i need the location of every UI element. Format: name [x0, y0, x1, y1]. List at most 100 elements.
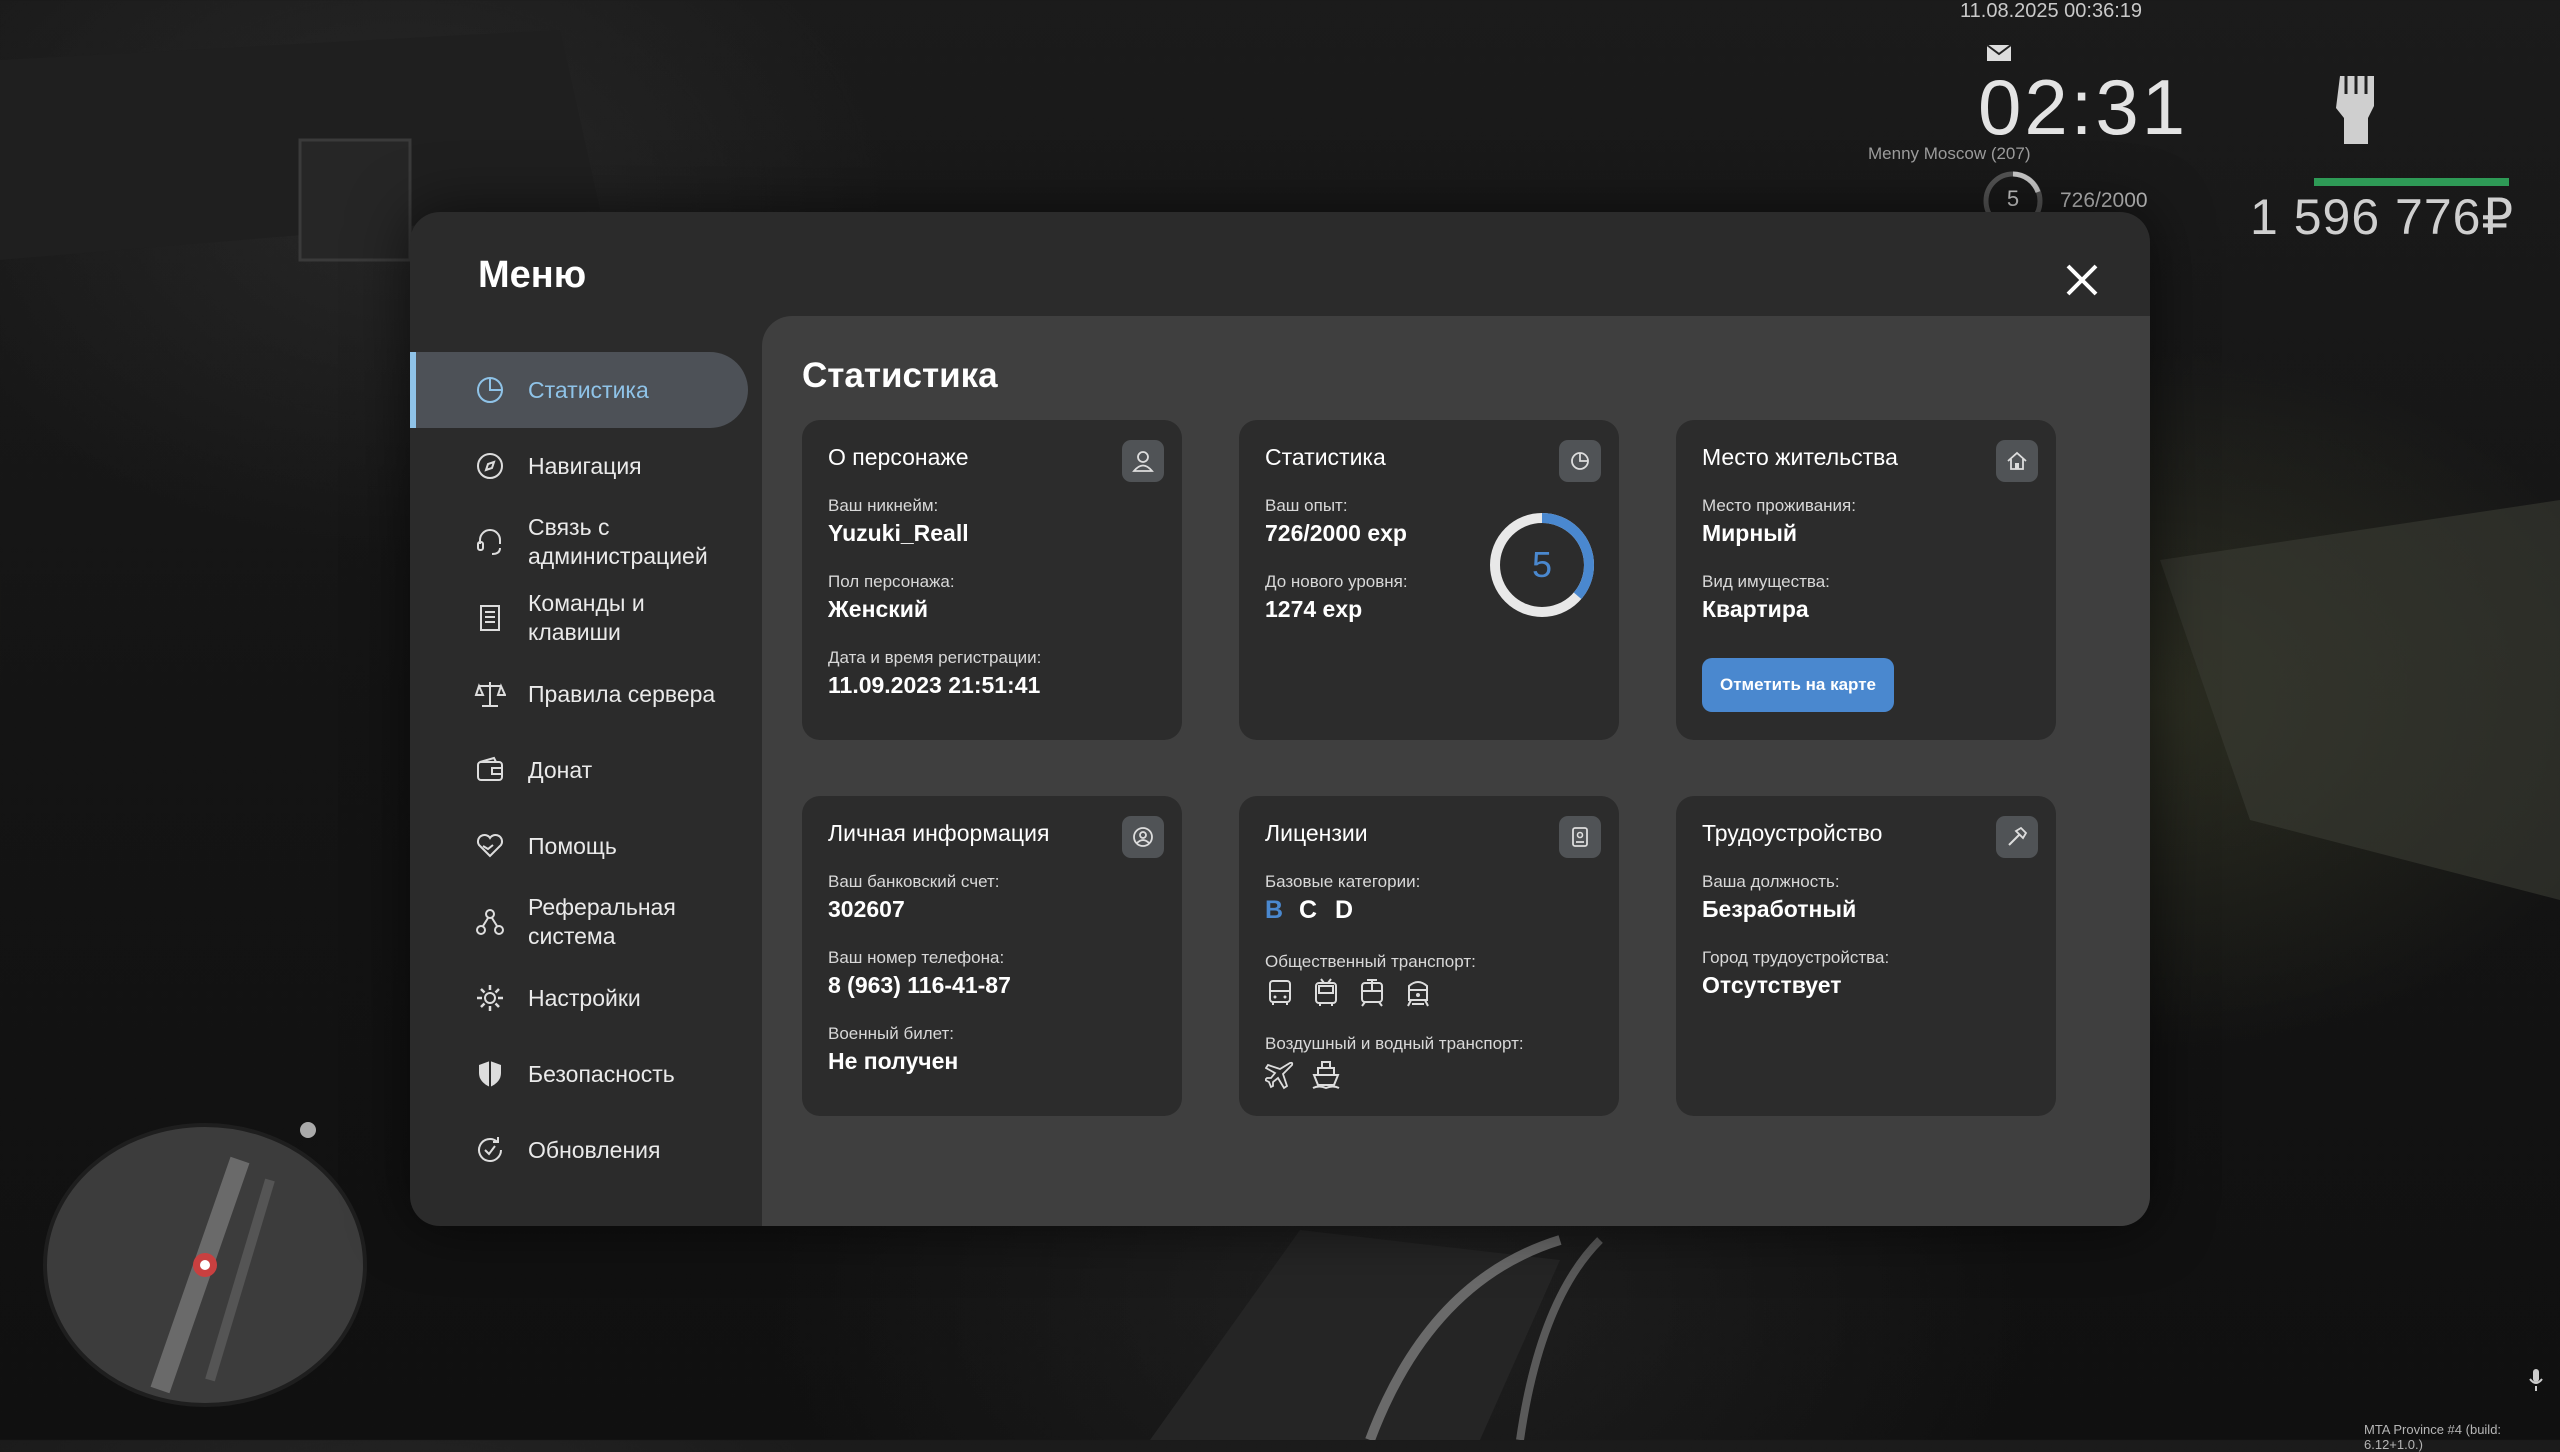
license-category-d: D [1335, 896, 1354, 924]
registration-value: 11.09.2023 21:51:41 [828, 672, 1041, 698]
sidebar-item-label: Обновления [528, 1136, 661, 1163]
job-city-value: Отсутствует [1702, 972, 1842, 998]
next-level-value: 1274 exp [1265, 596, 1363, 622]
phone-label: Ваш номер телефона: [828, 948, 1005, 967]
content-panel: Статистика О персонаже Ваш никнейм: Yuzu… [762, 316, 2150, 1226]
hammer-icon [1996, 816, 2038, 858]
personal-info-card: Личная информация Ваш банковский счет: 3… [802, 796, 1182, 1116]
fist-icon [2336, 76, 2374, 144]
handshake-heart-icon [476, 833, 504, 858]
residence-place-value: Мирный [1702, 520, 1798, 546]
card-title: Трудоустройство [1702, 820, 1883, 846]
sidebar-item-label: Связь с администрацией [528, 514, 708, 569]
microphone-icon [2529, 1369, 2543, 1391]
sidebar-item-label: Донат [528, 756, 593, 783]
sidebar-item-label: Реферальная система [528, 894, 676, 949]
card-title: Личная информация [828, 820, 1050, 846]
job-position-label: Ваша должность: [1702, 872, 1840, 891]
update-icon [478, 1137, 502, 1162]
tram-icon [1361, 979, 1383, 1007]
military-id-label: Военный билет: [828, 1024, 955, 1043]
shield-icon [479, 1061, 501, 1087]
public-transport-label: Общественный транспорт: [1265, 952, 1476, 971]
menu-title: Меню [478, 254, 587, 296]
mark-on-map-button[interactable]: Отметить на карте [1702, 658, 1894, 712]
exp-value: 726/2000 exp [1265, 520, 1407, 546]
card-title: Место жительства [1702, 444, 1898, 470]
nickname-value: Yuzuki_Reall [828, 520, 969, 546]
referral-icon [476, 909, 504, 935]
residence-card: Место жительства Место проживания: Мирны… [1676, 420, 2056, 740]
scales-icon [474, 682, 506, 707]
gear-icon [477, 985, 503, 1011]
user-icon [1122, 440, 1164, 482]
license-category-c: C [1299, 896, 1318, 924]
hud-money: 1 596 776₽ [2250, 189, 2515, 245]
stats-card: Статистика Ваш опыт: 726/2000 exp До нов… [1239, 420, 1619, 740]
page-title: Статистика [802, 356, 998, 395]
sidebar-item-label: Помощь [528, 832, 617, 859]
nickname-label: Ваш никнейм: [828, 496, 939, 515]
hud-level: 5 [2006, 186, 2020, 211]
sidebar-item-label: Статистика [528, 376, 649, 403]
sidebar-item-label: Настройки [528, 984, 641, 1011]
mail-icon [1986, 44, 2012, 61]
sidebar-item-commands[interactable]: Команды и клавиши [410, 580, 748, 656]
job-city-label: Город трудоустройства: [1702, 948, 1890, 967]
compass-icon [477, 453, 503, 479]
bus-icon [1269, 980, 1291, 1005]
character-card: О персонаже Ваш никнейм: Yuzuki_Reall По… [802, 420, 1182, 740]
bank-account-value: 302607 [828, 896, 905, 922]
hud-time: 02:31 [1978, 63, 2189, 151]
phone-value: 8 (963) 116-41-87 [828, 972, 1011, 998]
next-level-label: До нового уровня: [1265, 572, 1408, 591]
minimap [43, 1122, 367, 1407]
gender-value: Женский [828, 596, 929, 622]
sidebar-item-label: Безопасность [528, 1060, 675, 1087]
sidebar-item-security[interactable]: Безопасность [410, 1036, 748, 1112]
id-card-icon [1559, 816, 1601, 858]
license-category-b: B [1265, 896, 1284, 924]
sidebar-item-rules[interactable]: Правила сервера [410, 656, 748, 732]
sidebar-item-updates[interactable]: Обновления [410, 1112, 748, 1188]
card-title: Статистика [1265, 444, 1386, 470]
sidebar-item-donate[interactable]: Донат [410, 732, 748, 808]
sidebar-item-label: Команды и клавиши [528, 590, 645, 645]
trolleybus-icon [1315, 978, 1337, 1006]
pie-chart-icon [1559, 440, 1601, 482]
sidebar-item-referral[interactable]: Реферальная система [410, 884, 748, 960]
property-type-value: Квартира [1702, 596, 1809, 622]
gender-label: Пол персонажа: [828, 572, 955, 591]
sidebar-item-help[interactable]: Помощь [410, 808, 748, 884]
sidebar-item-settings[interactable]: Настройки [410, 960, 748, 1036]
job-position-value: Безработный [1702, 896, 1857, 922]
train-icon [1407, 981, 1429, 1007]
employment-card: Трудоустройство Ваша должность: Безработ… [1676, 796, 2056, 1116]
level-number: 5 [1532, 544, 1552, 585]
card-title: О персонаже [828, 444, 969, 470]
hud-datetime: 11.08.2025 00:36:19 [1960, 0, 2143, 22]
hud-location: Menny Moscow (207) [1868, 144, 2031, 163]
sidebar-item-admin-contact[interactable]: Связь с администрацией [410, 504, 748, 580]
sidebar-item-label: Правила сервера [528, 680, 716, 707]
sidebar-item-label: Навигация [528, 452, 642, 479]
bank-account-label: Ваш банковский счет: [828, 872, 1000, 891]
military-id-value: Не получен [828, 1048, 959, 1074]
sidebar-item-navigation[interactable]: Навигация [410, 428, 748, 504]
plane-icon [1265, 1061, 1294, 1090]
licenses-card: Лицензии Базовые категории: B C D Общест… [1239, 796, 1619, 1116]
hud-build: MTA Province #4 (build: 6.12+1.0.) [2364, 1422, 2502, 1452]
pie-chart-icon [477, 377, 503, 403]
card-title: Лицензии [1265, 820, 1368, 846]
wallet-icon [477, 756, 503, 781]
menu-window: Меню Статистика Навигация Связь с админи… [410, 212, 2150, 1226]
user-circle-icon [1122, 816, 1164, 858]
ship-icon [1312, 1061, 1340, 1090]
air-water-transport-label: Воздушный и водный транспорт: [1265, 1034, 1524, 1053]
sidebar-item-statistics[interactable]: Статистика [410, 352, 748, 428]
hud-health-bar [2314, 178, 2509, 186]
property-type-label: Вид имущества: [1702, 572, 1830, 591]
headset-icon [477, 529, 501, 555]
close-button[interactable] [2062, 260, 2102, 300]
registration-label: Дата и время регистрации: [828, 648, 1042, 667]
